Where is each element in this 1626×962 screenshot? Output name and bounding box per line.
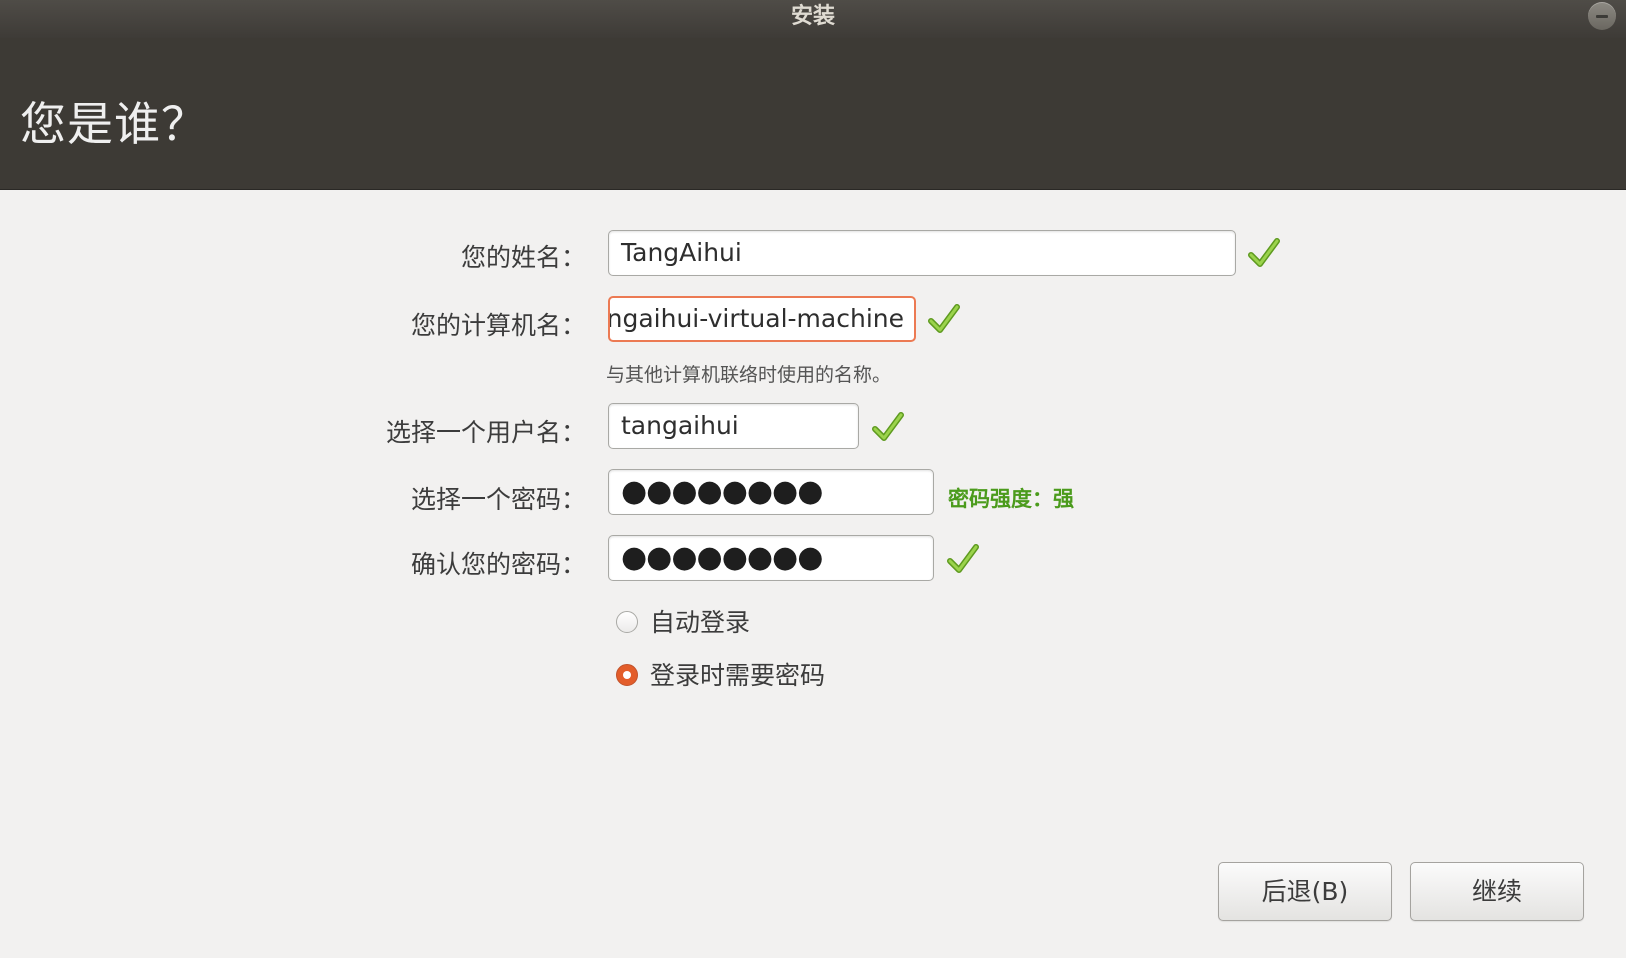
password-label: 选择一个密码： — [410, 485, 586, 514]
name-valid-check-icon — [1248, 238, 1280, 267]
back-button[interactable]: 后退(B) — [1218, 862, 1392, 921]
page-title: 您是谁？ — [20, 97, 208, 151]
window-bottom-edge — [0, 958, 1626, 962]
page-header: 您是谁？ — [0, 38, 1626, 190]
name-input[interactable]: TangAihui — [608, 230, 1236, 276]
minimize-button[interactable] — [1588, 2, 1616, 30]
name-label: 您的姓名： — [460, 243, 586, 272]
username-input-value: tangaihui — [621, 411, 739, 440]
username-input[interactable]: tangaihui — [608, 403, 859, 449]
require-password-label: 登录时需要密码 — [650, 661, 826, 690]
confirm-password-label: 确认您的密码： — [410, 550, 586, 579]
computer-name-input[interactable]: tangaihui-virtual-machine — [608, 296, 916, 342]
name-input-value: TangAihui — [621, 238, 742, 267]
require-password-radio[interactable] — [616, 664, 638, 686]
password-strength: 密码强度：强 — [948, 487, 1074, 511]
title-bar[interactable]: 安装 — [0, 0, 1626, 38]
confirm-password-input[interactable]: ●●●●●●●● — [608, 535, 934, 581]
password-mask: ●●●●●●●● — [621, 474, 823, 509]
confirm-password-valid-check-icon — [947, 544, 979, 573]
computer-name-valid-check-icon — [928, 304, 960, 333]
auto-login-label: 自动登录 — [650, 608, 751, 637]
confirm-password-mask: ●●●●●●●● — [621, 540, 823, 575]
password-input[interactable]: ●●●●●●●● — [608, 469, 934, 515]
computer-name-hint: 与其他计算机联络时使用的名称。 — [606, 364, 892, 386]
continue-button[interactable]: 继续 — [1410, 862, 1584, 921]
username-label: 选择一个用户名： — [385, 418, 586, 447]
computer-name-input-value: tangaihui-virtual-machine — [608, 304, 904, 333]
computer-name-label: 您的计算机名： — [410, 311, 586, 340]
installer-window: 安装 您是谁？ 您的姓名： TangAihui 您的计算机名： tangaihu… — [0, 0, 1626, 962]
auto-login-radio[interactable] — [616, 611, 638, 633]
window-title: 安装 — [790, 4, 835, 29]
username-valid-check-icon — [872, 412, 904, 441]
